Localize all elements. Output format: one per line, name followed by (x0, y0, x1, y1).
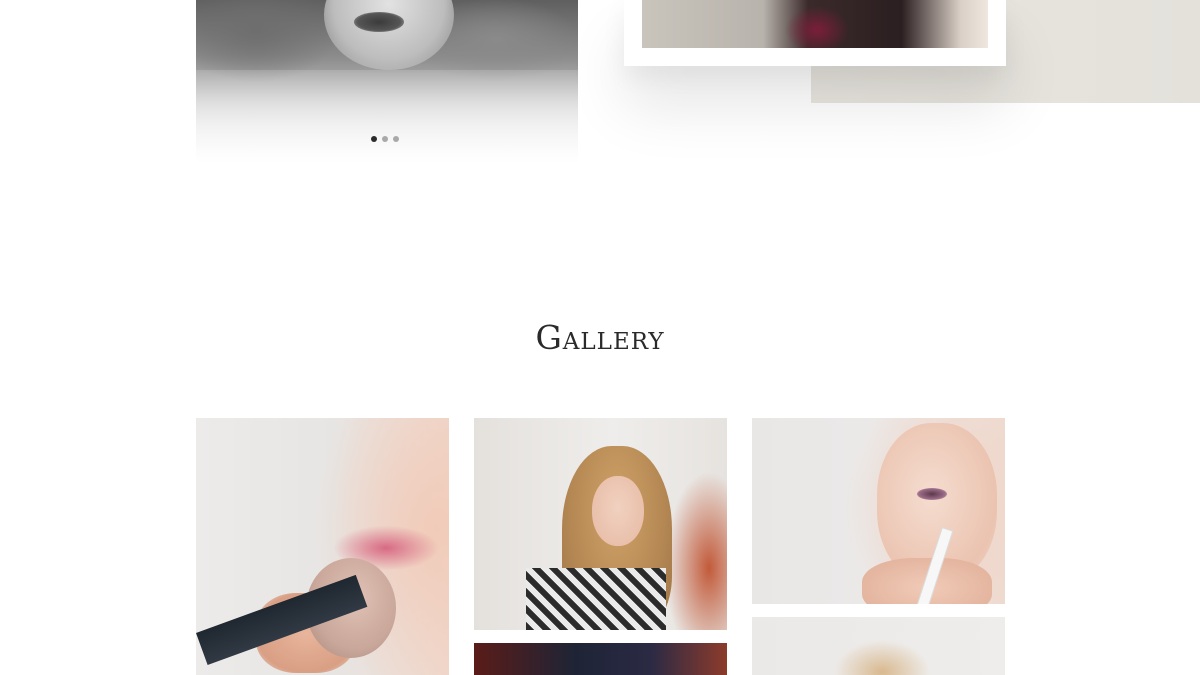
slider-dot-2[interactable] (382, 136, 388, 142)
eye-makeup-photo-detail (917, 488, 947, 500)
gallery-image-powder-brush[interactable] (196, 418, 449, 675)
gallery-heading: Gallery (535, 318, 665, 357)
gallery-image-bottom-center[interactable] (474, 643, 727, 675)
slider-dot-3[interactable] (393, 136, 399, 142)
gallery-image-hair-styling[interactable] (474, 418, 727, 630)
fur-collar-photo-detail (196, 70, 578, 163)
stylist-photo (642, 0, 988, 48)
checkered-shirt-photo-detail (526, 568, 666, 630)
model-face-photo-detail (324, 0, 454, 70)
slider-pagination (371, 135, 405, 143)
gallery-image-bottom-right[interactable] (752, 617, 1005, 675)
gallery-image-eyeliner[interactable] (752, 418, 1005, 604)
framed-photo-card (624, 0, 1006, 66)
slider-dot-1[interactable] (371, 136, 377, 142)
face-photo-detail (592, 476, 644, 546)
model-lips-photo-detail (354, 12, 404, 32)
